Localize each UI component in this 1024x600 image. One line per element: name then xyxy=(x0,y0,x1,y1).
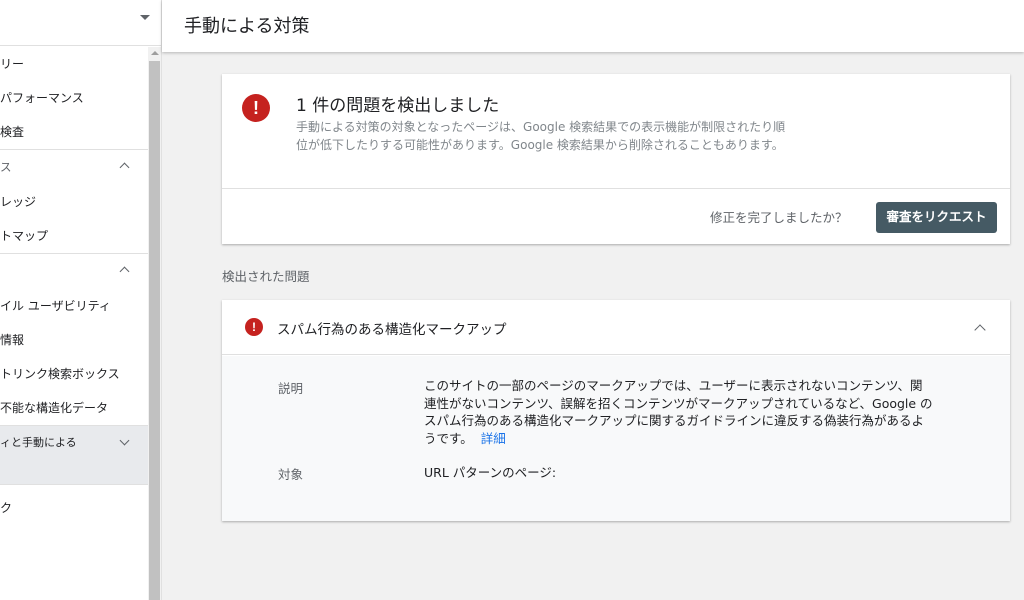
error-icon: ! xyxy=(242,94,270,122)
description-label: 説明 xyxy=(278,381,304,396)
error-icon: ! xyxy=(245,318,263,336)
sidebar-section-index[interactable]: ス xyxy=(0,150,148,185)
issue-title: スパム行為のある構造化マークアップ xyxy=(277,322,507,338)
sidebar-section-enhancements[interactable] xyxy=(0,254,148,289)
target-label: 対象 xyxy=(278,467,304,482)
chevron-down-icon xyxy=(119,435,130,446)
issues-summary-card: ! 1 件の問題を検出しました 手動による対策の対象となったページは、Googl… xyxy=(222,74,1010,244)
target-value: URL パターンのページ: xyxy=(424,465,557,480)
property-selector[interactable] xyxy=(0,0,161,46)
sidebar-item-links[interactable]: ク xyxy=(0,485,148,531)
dropdown-caret-icon[interactable] xyxy=(140,15,150,20)
sidebar-section-security-manual-actions[interactable]: ィと手動による xyxy=(0,426,148,484)
sidebar-item-sitemaps[interactable]: トマップ xyxy=(0,219,148,253)
sidebar-scrollbar[interactable] xyxy=(148,47,161,600)
issue-card: ! スパム行為のある構造化マークアップ 説明 このサイトの一部のページのマークア… xyxy=(222,300,1010,521)
sidebar-item-coverage[interactable]: レッジ xyxy=(0,185,148,219)
top-app-bar: 手動による対策 xyxy=(162,0,1024,52)
sidebar-item-info[interactable]: 情報 xyxy=(0,323,148,357)
sidebar-item-unparsable-structured-data[interactable]: 不能な構造化データ xyxy=(0,391,148,425)
sidebar-section-label: ス xyxy=(0,160,12,174)
chevron-up-icon[interactable] xyxy=(974,324,986,336)
scroll-up-arrow-icon[interactable] xyxy=(151,51,159,55)
chevron-up-icon xyxy=(119,266,130,277)
sidebar-item-mobile-usability[interactable]: イル ユーザビリティ xyxy=(0,289,148,323)
sidebar-item-summary[interactable]: リー xyxy=(0,47,148,81)
fix-question: 修正を完了しましたか？ xyxy=(710,210,848,225)
sidebar: リー パフォーマンス 検査 ス レッジ トマップ イル ユーザビリティ 情報 ト… xyxy=(0,0,162,600)
summary-description: 手動による対策の対象となったページは、Google 検索結果での表示機能が制限さ… xyxy=(296,120,786,152)
chevron-up-icon xyxy=(119,162,130,173)
request-review-button[interactable]: 審査をリクエスト xyxy=(876,202,997,233)
sidebar-item-url-inspection[interactable]: 検査 xyxy=(0,115,148,149)
description-value: このサイトの一部のページのマークアップでは、ユーザーに表示されないコンテンツ、関… xyxy=(424,377,934,447)
sidebar-nav: リー パフォーマンス 検査 ス レッジ トマップ イル ユーザビリティ 情報 ト… xyxy=(0,47,148,531)
card-divider xyxy=(222,188,1010,189)
sidebar-item-performance[interactable]: パフォーマンス xyxy=(0,81,148,115)
scrollbar-thumb[interactable] xyxy=(149,61,160,600)
sidebar-item-sitelinks-searchbox[interactable]: トリンク検索ボックス xyxy=(0,357,148,391)
page-title: 手動による対策 xyxy=(184,16,310,37)
issue-header[interactable]: ! スパム行為のある構造化マークアップ xyxy=(222,300,1010,355)
detected-issues-heading: 検出された問題 xyxy=(222,269,310,284)
details-link[interactable]: 詳細 xyxy=(481,431,506,446)
summary-title: 1 件の問題を検出しました xyxy=(296,96,500,116)
issue-details: 説明 このサイトの一部のページのマークアップでは、ユーザーに表示されないコンテン… xyxy=(222,356,1010,521)
sidebar-section-label: ィと手動による xyxy=(0,436,77,449)
